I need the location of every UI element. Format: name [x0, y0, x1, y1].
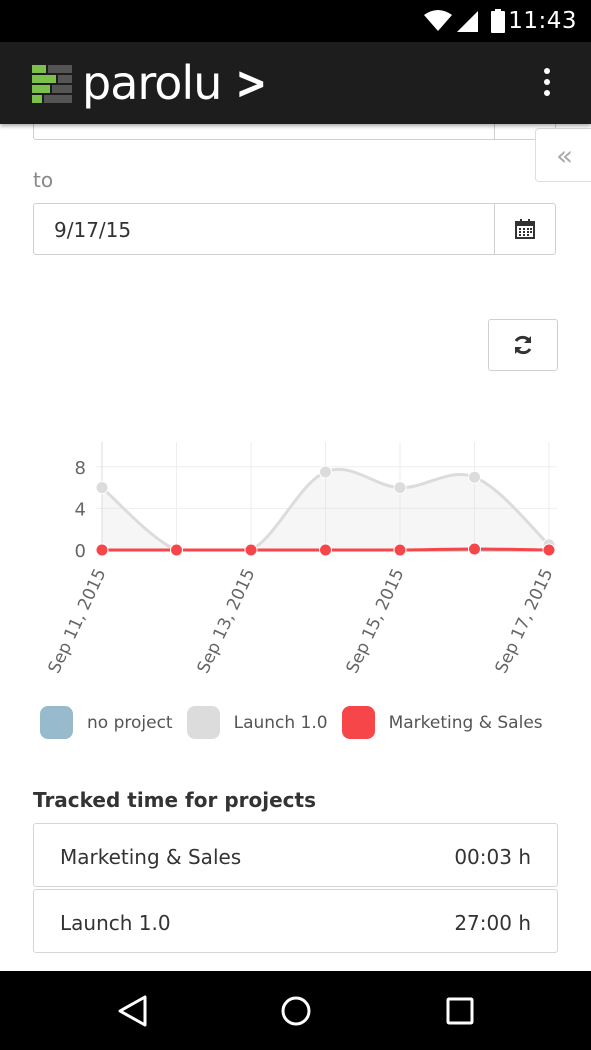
data-point	[468, 542, 481, 556]
data-point	[468, 470, 481, 484]
navigation-bar	[0, 971, 591, 1050]
cell-signal-icon	[457, 11, 478, 32]
parolu-logo-icon	[32, 65, 72, 103]
legend-item-launch: Launch 1.0	[186, 706, 328, 739]
section-title: Tracked time for projects	[33, 788, 316, 812]
list-item[interactable]: Launch 1.0 27:00 h	[33, 889, 558, 953]
data-point	[95, 543, 109, 557]
legend-swatch	[186, 706, 220, 739]
to-date-field[interactable]: 9/17/15	[33, 203, 556, 255]
project-name: Launch 1.0	[60, 911, 171, 935]
collapse-sidebar-tab[interactable]: «	[535, 128, 591, 182]
status-bar: 11:43	[0, 0, 591, 42]
status-clock: 11:43	[508, 8, 577, 34]
legend-item-no-project: no project	[40, 706, 173, 739]
data-point	[170, 543, 183, 557]
calendar-icon	[515, 219, 535, 239]
data-point	[95, 481, 109, 495]
project-name: Marketing & Sales	[60, 845, 242, 869]
refresh-icon	[514, 335, 532, 355]
legend-item-marketing: Marketing & Sales	[341, 706, 543, 739]
more-vert-icon[interactable]	[535, 68, 559, 100]
x-tick-label: Sep 13, 2015	[194, 566, 260, 677]
brand-name: parolu	[82, 56, 222, 110]
x-tick-label: Sep 11, 2015	[45, 566, 111, 677]
y-tick-label: 0	[75, 541, 86, 562]
project-time: 00:03 h	[454, 845, 531, 869]
brand-chevron-icon: >	[235, 56, 268, 110]
tracked-time-chart: 0 4 8 Sep 11, 2015 Sep 13, 2015 Sep 15, 2015 S…	[45, 442, 558, 677]
home-icon[interactable]	[276, 991, 316, 1031]
back-icon[interactable]	[112, 991, 152, 1031]
y-tick-label: 4	[75, 499, 86, 520]
data-point	[542, 543, 556, 557]
list-item[interactable]: Marketing & Sales 00:03 h	[33, 823, 558, 887]
app-bar: parolu >	[0, 42, 591, 124]
brand-link[interactable]: parolu >	[32, 56, 268, 110]
data-point	[319, 543, 332, 557]
y-tick-label: 8	[75, 458, 86, 479]
legend-label: Launch 1.0	[233, 712, 328, 733]
legend-label: no project	[87, 712, 173, 733]
to-date-value: 9/17/15	[54, 218, 132, 242]
data-point	[393, 543, 407, 557]
battery-icon	[491, 9, 505, 33]
data-point	[319, 465, 332, 479]
x-tick-label: Sep 15, 2015	[343, 566, 409, 677]
data-point	[393, 481, 407, 495]
double-chevron-left-icon: «	[556, 139, 574, 172]
legend-label: Marketing & Sales	[388, 712, 543, 733]
x-tick-label: Sep 17, 2015	[492, 566, 558, 677]
project-time: 27:00 h	[454, 911, 531, 935]
to-calendar-button[interactable]	[494, 204, 555, 254]
refresh-button[interactable]	[488, 319, 558, 371]
recents-icon[interactable]	[440, 991, 480, 1031]
legend-swatch	[40, 706, 73, 739]
legend-swatch	[341, 706, 375, 739]
chart-legend: no project Launch 1.0 Marketing & Sales	[40, 706, 557, 739]
to-label: to	[33, 168, 54, 192]
data-point	[244, 543, 258, 557]
project-list: Marketing & Sales 00:03 h Launch 1.0 27:…	[33, 823, 558, 955]
wifi-icon	[424, 10, 452, 31]
